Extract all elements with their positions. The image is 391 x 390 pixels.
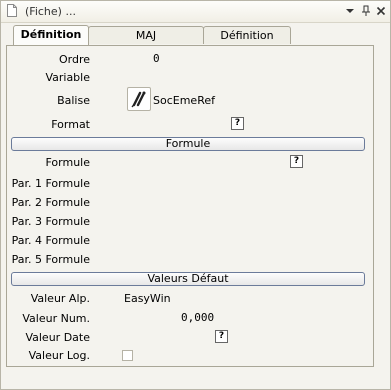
valeur-alp-value[interactable]: EasyWin xyxy=(124,292,171,305)
definition-content: Ordre 0 Variable Balise SocEmeRef Format… xyxy=(6,45,374,367)
format-label: Format xyxy=(51,118,90,131)
variable-label: Variable xyxy=(45,71,90,84)
valeur-log-checkbox[interactable] xyxy=(122,350,133,361)
valeur-log-label: Valeur Log. xyxy=(28,349,90,362)
valeur-date-label: Valeur Date xyxy=(25,331,90,344)
valeur-date-help-icon[interactable]: ? xyxy=(215,330,228,343)
balise-label: Balise xyxy=(57,94,90,107)
tab-definition-balise[interactable]: Définition Balise xyxy=(203,26,291,59)
par4-formule-label: Par. 4 Formule xyxy=(11,234,90,247)
balise-value: SocEmeRef xyxy=(153,94,215,107)
format-help-icon[interactable]: ? xyxy=(231,117,244,130)
title-bar: (Fiche) ... xyxy=(1,1,390,23)
tab-maj-complementaires[interactable]: MAJ Complémentaires xyxy=(88,26,204,59)
balise-pick-icon xyxy=(131,91,146,108)
par2-formule-label: Par. 2 Formule xyxy=(11,196,90,209)
tab-strip: Définition MAJ Complémentaires Définitio… xyxy=(1,25,390,59)
valeurs-defaut-section-bar[interactable]: Valeurs Défaut xyxy=(11,272,365,286)
formule-help-icon[interactable]: ? xyxy=(290,155,303,168)
valeur-num-label: Valeur Num. xyxy=(22,312,90,325)
valeur-alp-label: Valeur Alp. xyxy=(30,292,90,305)
bottom-strip xyxy=(6,369,372,389)
formule-section-bar[interactable]: Formule xyxy=(11,137,365,151)
valeur-num-value[interactable]: 0,000 xyxy=(181,311,214,324)
pin-icon[interactable] xyxy=(359,4,373,18)
fiche-panel: (Fiche) ... Définition MAJ Complémentair… xyxy=(0,0,391,390)
par3-formule-label: Par. 3 Formule xyxy=(11,215,90,228)
dropdown-arrow-icon[interactable] xyxy=(343,4,357,18)
window-title: (Fiche) ... xyxy=(25,5,76,18)
tab-definition[interactable]: Définition xyxy=(13,25,89,45)
ordre-value[interactable]: 0 xyxy=(153,52,160,65)
close-icon[interactable] xyxy=(374,4,388,18)
ordre-label: Ordre xyxy=(58,53,90,66)
par5-formule-label: Par. 5 Formule xyxy=(11,253,90,266)
par1-formule-label: Par. 1 Formule xyxy=(11,177,90,190)
formule-label: Formule xyxy=(45,156,90,169)
balise-picker-button[interactable] xyxy=(127,87,151,111)
document-icon xyxy=(7,4,17,17)
